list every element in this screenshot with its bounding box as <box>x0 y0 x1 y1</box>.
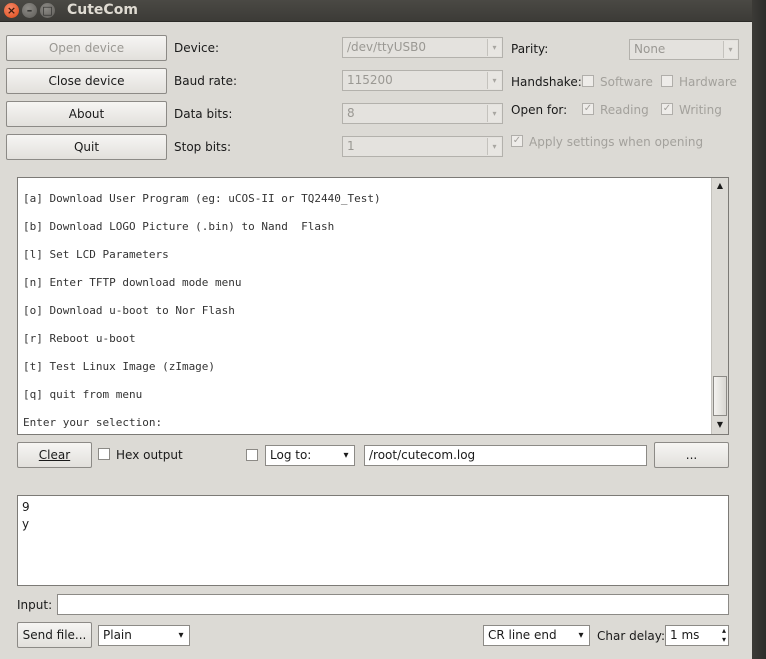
device-value: /dev/ttyUSB0 <box>347 40 426 54</box>
input-history[interactable]: 9 y <box>17 495 729 586</box>
scrollbar-thumb[interactable] <box>713 376 727 416</box>
terminal-scrollbar[interactable]: ▲ ▼ <box>711 178 728 434</box>
open-for-label: Open for: <box>511 103 568 117</box>
chevron-down-icon: ▾ <box>723 41 737 58</box>
data-bits-value: 8 <box>347 106 355 120</box>
maximize-window-icon[interactable]: □ <box>40 3 55 18</box>
terminal-output[interactable]: [a] Download User Program (eg: uCOS-II o… <box>17 177 729 435</box>
line-end-value: CR line end <box>488 628 557 642</box>
writing-label: Writing <box>679 103 722 117</box>
spin-down-icon[interactable]: ▾ <box>722 635 726 644</box>
baud-rate-combo[interactable]: 115200 ▾ <box>342 70 503 91</box>
reading-checkbox[interactable]: ✓ <box>582 103 594 115</box>
terminal-line: Enter your selection: <box>23 416 163 429</box>
browse-log-button[interactable]: ... <box>654 442 729 468</box>
spin-up-icon[interactable]: ▴ <box>722 626 726 635</box>
terminal-line: [t] Test Linux Image (zImage) <box>23 360 216 373</box>
title-bar: × – □ CuteCom <box>0 0 752 22</box>
quit-button[interactable]: Quit <box>6 134 167 160</box>
desktop-edge <box>752 0 766 659</box>
terminal-line: [q] quit from menu <box>23 388 143 401</box>
reading-label: Reading <box>600 103 649 117</box>
stop-bits-combo[interactable]: 1 ▾ <box>342 136 503 157</box>
line-end-combo[interactable]: CR line end ▾ <box>483 625 590 646</box>
minimize-window-icon[interactable]: – <box>22 3 37 18</box>
parity-combo[interactable]: None ▾ <box>629 39 739 60</box>
send-mode-combo[interactable]: Plain ▾ <box>98 625 190 646</box>
device-combo[interactable]: /dev/ttyUSB0 ▾ <box>342 37 503 58</box>
chevron-down-icon: ▾ <box>487 39 501 56</box>
parity-label: Parity: <box>511 42 549 56</box>
scroll-down-icon[interactable]: ▼ <box>713 418 727 432</box>
apply-settings-label: Apply settings when opening <box>529 135 704 149</box>
software-handshake-checkbox[interactable] <box>582 75 594 87</box>
chevron-down-icon: ▾ <box>487 105 501 122</box>
send-mode-value: Plain <box>103 628 132 642</box>
send-file-button[interactable]: Send file... <box>17 622 92 648</box>
clear-button[interactable]: Clear <box>17 442 92 468</box>
hex-output-checkbox[interactable] <box>98 448 110 460</box>
hex-output-label: Hex output <box>116 448 183 462</box>
baud-rate-value: 115200 <box>347 73 393 87</box>
about-button[interactable]: About <box>6 101 167 127</box>
terminal-line: [l] Set LCD Parameters <box>23 248 169 261</box>
handshake-label: Handshake: <box>511 75 582 89</box>
chevron-down-icon: ▾ <box>339 447 353 464</box>
log-to-combo[interactable]: Log to: ▾ <box>265 445 355 466</box>
terminal-line: [o] Download u-boot to Nor Flash <box>23 304 235 317</box>
hardware-handshake-checkbox[interactable] <box>661 75 673 87</box>
log-to-value: Log to: <box>270 448 312 462</box>
history-line: y <box>22 517 30 531</box>
chevron-down-icon: ▾ <box>574 627 588 644</box>
apply-settings-checkbox[interactable]: ✓ <box>511 135 523 147</box>
open-device-button[interactable]: Open device <box>6 35 167 61</box>
log-checkbox[interactable] <box>246 449 258 461</box>
clear-button-label: Clear <box>38 448 71 462</box>
baud-rate-label: Baud rate: <box>174 74 238 88</box>
chevron-down-icon: ▾ <box>174 627 188 644</box>
hardware-handshake-label: Hardware <box>679 75 737 89</box>
software-handshake-label: Software <box>600 75 653 89</box>
parity-value: None <box>634 42 666 56</box>
device-label: Device: <box>174 41 220 55</box>
data-bits-label: Data bits: <box>174 107 233 121</box>
input-label: Input: <box>17 598 53 612</box>
terminal-line: [a] Download User Program (eg: uCOS-II o… <box>23 192 381 205</box>
terminal-line: [r] Reboot u-boot <box>23 332 136 345</box>
data-bits-combo[interactable]: 8 ▾ <box>342 103 503 124</box>
char-delay-spinbox[interactable]: 1 ms ▴ ▾ <box>665 625 729 646</box>
scroll-up-icon[interactable]: ▲ <box>713 179 727 193</box>
chevron-down-icon: ▾ <box>487 72 501 89</box>
log-path-field[interactable]: /root/cutecom.log <box>364 445 647 466</box>
stop-bits-label: Stop bits: <box>174 140 232 154</box>
close-window-icon[interactable]: × <box>4 3 19 18</box>
char-delay-value: 1 ms <box>670 628 700 642</box>
chevron-down-icon: ▾ <box>487 138 501 155</box>
writing-checkbox[interactable]: ✓ <box>661 103 673 115</box>
history-line: 9 <box>22 500 30 514</box>
char-delay-label: Char delay: <box>597 629 666 643</box>
input-field[interactable] <box>57 594 729 615</box>
close-device-button[interactable]: Close device <box>6 68 167 94</box>
terminal-line: [b] Download LOGO Picture (.bin) to Nand… <box>23 220 335 233</box>
window-title: CuteCom <box>67 2 138 18</box>
terminal-line: [n] Enter TFTP download mode menu <box>23 276 242 289</box>
stop-bits-value: 1 <box>347 139 355 153</box>
